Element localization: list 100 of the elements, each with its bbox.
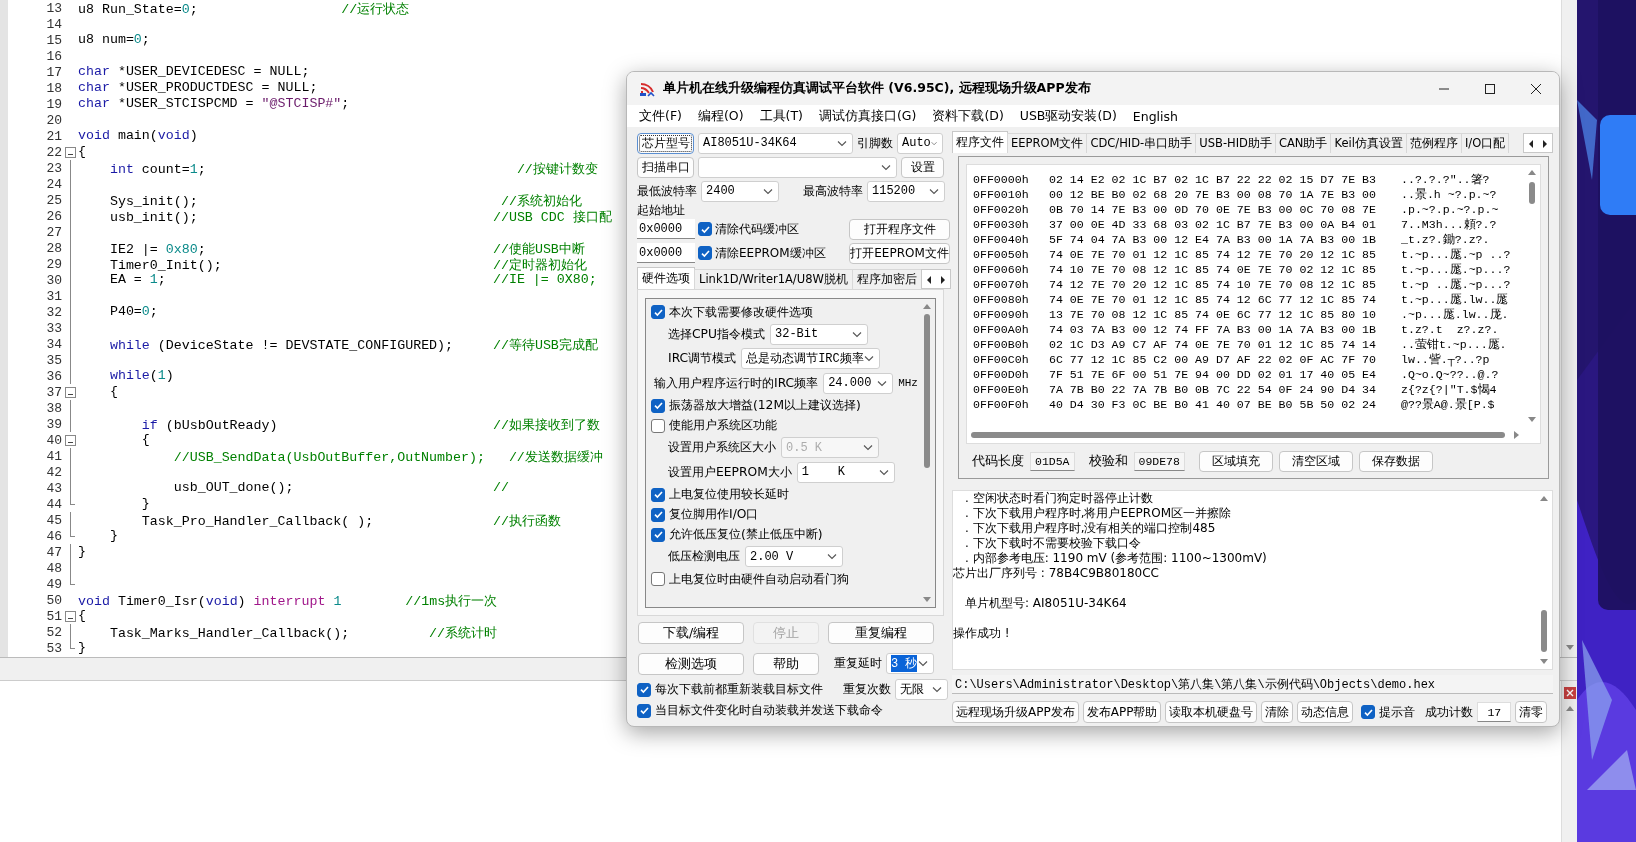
log-line: 操作成功 ! bbox=[953, 626, 1011, 641]
hex-address: 0FF0010h bbox=[973, 188, 1030, 201]
option-label: 低压检测电压 bbox=[668, 548, 740, 566]
ascii-text: ..萤钳t.~p...厖. bbox=[1401, 337, 1507, 352]
line-number: 20 bbox=[45, 112, 62, 128]
action-button[interactable]: 重复编程 bbox=[828, 622, 934, 644]
option-label: 设置用户EEPROM大小 bbox=[668, 463, 792, 481]
line-number: 39 bbox=[45, 416, 62, 432]
code-line: } bbox=[78, 640, 86, 656]
open-file-button[interactable]: 打开程序文件 bbox=[849, 218, 950, 240]
hex-bytes: 74 03 7A B3 00 12 74 FF 7A B3 00 1A 7A B3 00 1B bbox=[1049, 323, 1377, 336]
checkbox-label[interactable]: 当目标文件变化时自动装载并发送下载命令 bbox=[655, 702, 883, 719]
line-number: 47 bbox=[45, 544, 62, 560]
hex-bytes: 02 14 E2 02 1C B7 02 1C B7 22 22 02 15 D7 7E B3 bbox=[1049, 173, 1377, 186]
ascii-text: _t.z?.鋤?.z?. bbox=[1401, 232, 1490, 247]
log-line: 单片机型号: AI8051U-34K64 bbox=[964, 596, 1128, 611]
dropdown[interactable]: AI8051U-34K64 bbox=[698, 132, 853, 154]
settings-button[interactable]: 设置 bbox=[901, 156, 944, 178]
checkbox-label[interactable]: 上电复位时由硬件自动启动看门狗 bbox=[669, 570, 849, 588]
hex-bytes: 40 D4 30 F3 0C BE B0 41 40 07 BE B0 5B 50 02 24 bbox=[1049, 398, 1377, 411]
footer-button[interactable]: 清除 bbox=[1261, 701, 1294, 723]
tab[interactable]: 程序文件 bbox=[952, 131, 1008, 153]
action-button[interactable]: 下载/编程 bbox=[638, 622, 744, 644]
line-number: 32 bbox=[45, 304, 62, 320]
log-line: . 下次下载时不需要校验下载口令 bbox=[964, 536, 1142, 551]
hex-bytes: 74 0E 7E 70 01 12 1C 85 74 12 7E 70 20 12 1C 85 bbox=[1049, 248, 1377, 261]
hex-address: 0FF0020h bbox=[973, 203, 1030, 216]
dropdown[interactable]: 总是动态调节IRC频率 bbox=[741, 348, 880, 370]
dropdown[interactable]: 32-Bit bbox=[770, 323, 868, 345]
hex-action-button[interactable]: 清空区域 bbox=[1278, 451, 1353, 472]
footer-button[interactable]: 读取本机硬盘号 bbox=[1165, 701, 1258, 723]
chip-model-button[interactable]: 芯片型号 bbox=[637, 132, 694, 154]
line-number: 25 bbox=[45, 192, 62, 208]
menu-item[interactable]: 工具(T) bbox=[751, 107, 811, 125]
checkbox-label[interactable]: 允许低压复位(禁止低压中断) bbox=[669, 526, 823, 543]
action-button[interactable]: 帮助 bbox=[753, 653, 819, 675]
reset-count-button[interactable]: 清零 bbox=[1515, 701, 1548, 723]
dropdown[interactable]: Auto bbox=[897, 132, 943, 154]
line-number: 26 bbox=[45, 208, 62, 224]
scan-port-button[interactable]: 扫描串口 bbox=[637, 156, 694, 178]
code-line: void main(void) bbox=[78, 128, 198, 144]
open-file-button[interactable]: 打开EEPROM文件 bbox=[849, 242, 950, 264]
code-line: if (bUsbOutReady) //如果接收到了数 bbox=[140, 417, 600, 432]
checkbox-label[interactable]: 使能用户系统区功能 bbox=[669, 417, 777, 434]
hex-bytes: 7A 7B B0 22 7A 7B B0 0B 7C 22 54 0F 24 90 D4 34 bbox=[1049, 383, 1377, 396]
address-field[interactable]: 0x0000 bbox=[637, 243, 695, 263]
checkbox-label[interactable]: 清除EEPROM缓冲区 bbox=[715, 244, 846, 262]
dropdown[interactable]: 24.000 bbox=[823, 372, 894, 394]
hex-address: 0FF00A0h bbox=[973, 323, 1030, 336]
checkbox-label[interactable]: 清除代码缓冲区 bbox=[715, 220, 846, 238]
hex-address: 0FF00D0h bbox=[973, 368, 1030, 381]
code-line: } bbox=[78, 544, 86, 560]
code-line: char *USER_STCISPCMD = "@STCISP#"; bbox=[78, 96, 350, 112]
line-number: 14 bbox=[45, 16, 62, 32]
code-line: u8 Run_State=0; //运行状态 bbox=[78, 1, 410, 16]
line-number: 33 bbox=[45, 320, 62, 336]
footer-button[interactable]: 远程现场升级APP发布 bbox=[952, 701, 1079, 723]
dropdown[interactable]: 2.00 V bbox=[745, 546, 843, 568]
menu-item[interactable]: English bbox=[1124, 108, 1186, 124]
dropdown[interactable]: 115200 bbox=[867, 180, 945, 202]
hex-action-button[interactable]: 保存数据 bbox=[1358, 451, 1433, 472]
menu-item[interactable]: 调试仿真接口(G) bbox=[810, 107, 925, 125]
dropdown[interactable]: 1 K bbox=[796, 461, 895, 483]
menu-item[interactable]: USB驱动安装(D) bbox=[1011, 107, 1125, 125]
hex-bytes: 6C 77 12 1C 85 C2 00 A9 D7 AF 22 02 0F AC 7F 70 bbox=[1049, 353, 1377, 366]
hex-bytes: 0B 70 14 7E B3 00 0D 70 0E 7E B3 00 0C 70 08 7E bbox=[1049, 203, 1377, 216]
hex-address: 0FF00B0h bbox=[973, 338, 1030, 351]
checkbox-label[interactable]: 振荡器放大增益(12M以上建议选择) bbox=[669, 397, 861, 414]
footer-button[interactable]: 发布APP帮助 bbox=[1082, 701, 1162, 723]
code-line: int count=1; //按键计数变 bbox=[108, 161, 598, 176]
hex-bytes: 5F 74 04 7A B3 00 12 E4 7A B3 00 1A 7A B3 00 1B bbox=[1049, 233, 1377, 246]
checkbox-label[interactable]: 每次下载前都重新装载目标文件 bbox=[655, 681, 823, 698]
pin-count-label: 引脚数 bbox=[857, 134, 893, 152]
code-line: EA = 1; //IE |= 0X80; bbox=[108, 272, 597, 288]
dropdown[interactable]: 2400 bbox=[701, 180, 779, 202]
menu-item[interactable]: 文件(F) bbox=[631, 107, 690, 125]
hex-address: 0FF0080h bbox=[973, 293, 1030, 306]
line-number: 21 bbox=[45, 128, 62, 144]
checkbox-label[interactable]: 上电复位使用较长延时 bbox=[669, 486, 789, 503]
footer-button[interactable]: 动态信息 bbox=[1297, 701, 1354, 723]
address-field[interactable]: 0x0000 bbox=[637, 219, 695, 239]
tab[interactable]: 硬件选项 bbox=[637, 267, 695, 289]
success-count-label: 成功计数 bbox=[1425, 703, 1474, 721]
menu-item[interactable]: 编程(O) bbox=[689, 107, 752, 125]
checkbox-label[interactable]: 复位脚用作I/O口 bbox=[669, 506, 759, 523]
line-number: 51 bbox=[45, 608, 62, 624]
line-number: 37 bbox=[45, 384, 62, 400]
tab[interactable]: Link1D/Writer1A/U8W脱机 bbox=[694, 269, 853, 289]
checkbox-label[interactable]: 提示音 bbox=[1379, 703, 1416, 721]
checkbox-label[interactable]: 本次下载需要修改硬件选项 bbox=[669, 303, 813, 321]
code-line: //USB_SendData(UsbOutBuffer,OutNumber); //发送数据缓冲 bbox=[172, 449, 603, 464]
dropdown[interactable]: 3 秒 bbox=[886, 653, 934, 674]
hex-action-button[interactable]: 区域填充 bbox=[1198, 451, 1273, 472]
action-button[interactable]: 检测选项 bbox=[638, 653, 744, 675]
dropdown[interactable]: 无限 bbox=[895, 679, 948, 700]
menu-item[interactable]: 资料下载(D) bbox=[924, 107, 1012, 125]
tab[interactable]: EEPROM文件 bbox=[1007, 133, 1088, 153]
ascii-text: t.~p...厖.~p...? bbox=[1401, 262, 1511, 277]
tab[interactable]: I/O口配 bbox=[1460, 133, 1510, 153]
hex-address: 0FF00C0h bbox=[973, 353, 1030, 366]
